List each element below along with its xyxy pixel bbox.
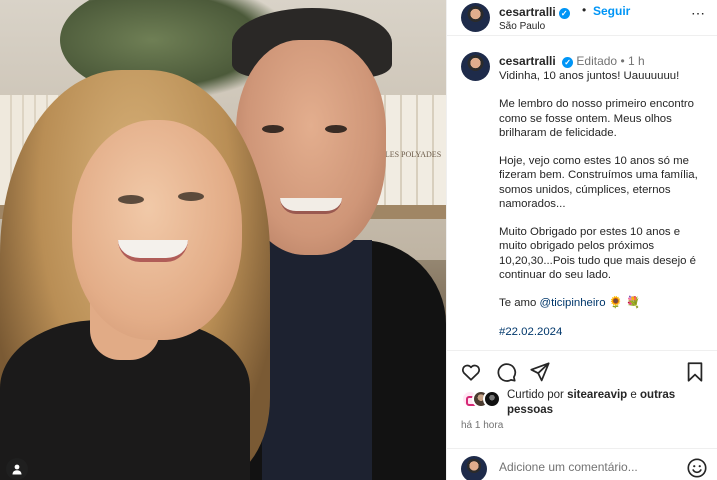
caption-separator: • bbox=[620, 54, 625, 68]
share-icon[interactable] bbox=[529, 361, 551, 383]
caption-line: Me lembro do nosso primeiro encontro com… bbox=[499, 98, 694, 139]
photo-woman-smile bbox=[118, 240, 188, 262]
more-options-icon[interactable]: ⋯ bbox=[691, 5, 706, 22]
caption-username[interactable]: cesartralli bbox=[499, 54, 556, 68]
author-username[interactable]: cesartralli ✓ bbox=[499, 5, 570, 19]
caption-text: Vidinha, 10 anos juntos! Uauuuuuu! Me le… bbox=[499, 69, 707, 350]
comment-bar bbox=[447, 448, 717, 480]
bookmark-icon[interactable] bbox=[684, 361, 706, 383]
post-location[interactable]: São Paulo bbox=[499, 21, 545, 32]
viewer-avatar bbox=[461, 456, 487, 480]
post-timestamp[interactable]: há 1 hora bbox=[461, 420, 503, 431]
post-caption: cesartralli ✓ Editado • 1 h Vidinha, 10 … bbox=[447, 37, 717, 350]
verified-badge-icon: ✓ bbox=[558, 8, 570, 19]
likes-connector: e bbox=[630, 389, 637, 401]
emoji-icon[interactable] bbox=[686, 457, 708, 479]
caption-closing: Te amo @ticipinheiro 🌻 💐 bbox=[499, 296, 707, 310]
comment-icon[interactable] bbox=[495, 361, 517, 383]
caption-closing-text: Te amo bbox=[499, 297, 537, 310]
photo-man-eye-left bbox=[262, 125, 284, 133]
post-header: cesartralli ✓ • Seguir São Paulo ⋯ bbox=[447, 0, 717, 36]
photo-woman-face bbox=[72, 120, 242, 340]
photo-woman-eye-right bbox=[178, 192, 204, 201]
mention-link[interactable]: @ticipinheiro bbox=[540, 297, 606, 309]
post-photo[interactable]: LES POLYADES bbox=[0, 0, 446, 480]
photo-book-title: LES POLYADES bbox=[384, 150, 442, 159]
person-icon[interactable] bbox=[6, 458, 28, 480]
photo-woman-eye-left bbox=[118, 195, 144, 204]
caption-emojis: 🌻 💐 bbox=[608, 297, 641, 310]
caption-time[interactable]: 1 h bbox=[628, 54, 645, 68]
edited-label: Editado bbox=[576, 54, 618, 68]
likes-prefix: Curtido por bbox=[507, 389, 564, 401]
likes-text: Curtido por siteareavip e outras pessoas bbox=[507, 388, 707, 418]
caption-hashtag-date[interactable]: #22.02.2024 bbox=[499, 325, 707, 339]
liker-username[interactable]: siteareavip bbox=[567, 389, 627, 401]
post-actions bbox=[447, 350, 717, 390]
caption-header: cesartralli ✓ Editado • 1 h bbox=[499, 54, 645, 68]
follow-button[interactable]: Seguir bbox=[593, 4, 630, 18]
header-separator: • bbox=[582, 3, 587, 17]
heart-icon[interactable] bbox=[460, 361, 482, 383]
post-side-panel: cesartralli ✓ • Seguir São Paulo ⋯ cesart… bbox=[446, 0, 717, 480]
caption-line: Hoje, vejo como estes 10 anos só me fize… bbox=[499, 155, 698, 210]
caption-author-avatar[interactable] bbox=[461, 52, 490, 81]
author-avatar[interactable] bbox=[461, 3, 490, 32]
caption-line: Muito Obrigado por estes 10 anos e muito… bbox=[499, 226, 696, 281]
author-username-text[interactable]: cesartralli bbox=[499, 5, 556, 19]
comment-input[interactable] bbox=[499, 459, 669, 475]
photo-man-eye-right bbox=[325, 125, 347, 133]
photo-man-shirt bbox=[262, 240, 372, 480]
caption-line: Vidinha, 10 anos juntos! Uauuuuuu! bbox=[499, 70, 680, 82]
verified-badge-icon: ✓ bbox=[562, 57, 574, 68]
photo-man-smile bbox=[280, 198, 342, 214]
liker-avatars[interactable] bbox=[461, 390, 503, 408]
liker-avatar bbox=[483, 390, 501, 408]
